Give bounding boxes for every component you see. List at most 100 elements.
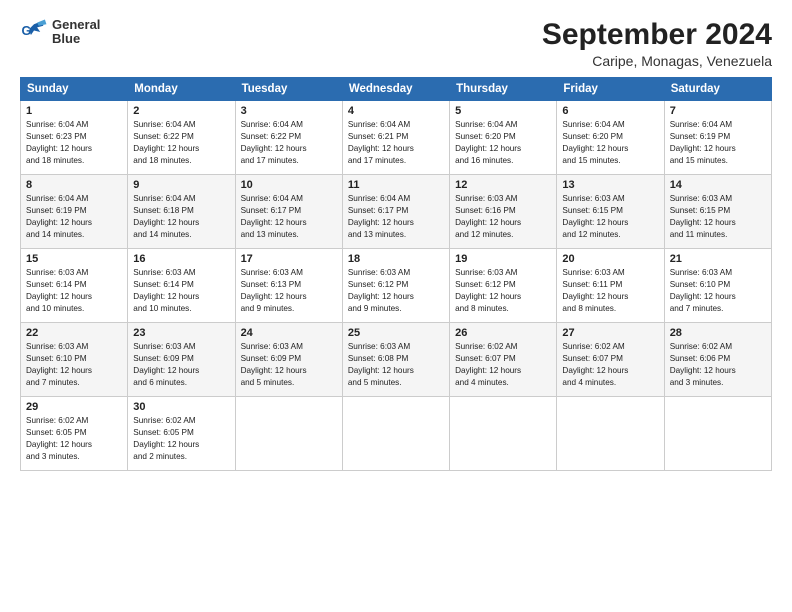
calendar-cell: 10 Sunrise: 6:04 AM Sunset: 6:17 PM Dayli… — [235, 175, 342, 249]
logo-line2: Blue — [52, 31, 80, 46]
main-title: September 2024 — [542, 18, 772, 51]
calendar-cell: 21Sunrise: 6:03 AM Sunset: 6:10 PM Dayli… — [664, 249, 771, 323]
calendar-cell: 17Sunrise: 6:03 AM Sunset: 6:13 PM Dayli… — [235, 249, 342, 323]
calendar-cell: 3 Sunrise: 6:04 AM Sunset: 6:22 PM Daylig… — [235, 101, 342, 175]
svg-text:G: G — [22, 24, 32, 38]
calendar-cell: 12 Sunrise: 6:03 AM Sunset: 6:16 PM Dayli… — [450, 175, 557, 249]
header: G General Blue September 2024 Caripe, Mo… — [20, 18, 772, 69]
day-info: Sunrise: 6:03 AM Sunset: 6:15 PM Dayligh… — [670, 193, 766, 241]
week-row-3: 15Sunrise: 6:03 AM Sunset: 6:14 PM Dayli… — [21, 249, 772, 323]
calendar-cell: 11 Sunrise: 6:04 AM Sunset: 6:17 PM Dayli… — [342, 175, 449, 249]
day-number: 26 — [455, 327, 551, 339]
day-number: 18 — [348, 253, 444, 265]
week-row-2: 8Sunrise: 6:04 AM Sunset: 6:19 PM Daylig… — [21, 175, 772, 249]
day-number: 19 — [455, 253, 551, 265]
calendar-cell: 9 Sunrise: 6:04 AM Sunset: 6:18 PM Daylig… — [128, 175, 235, 249]
day-info: Sunrise: 6:04 AM Sunset: 6:21 PM Dayligh… — [348, 119, 444, 167]
day-info: Sunrise: 6:04 AM Sunset: 6:19 PM Dayligh… — [26, 193, 122, 241]
day-number: 22 — [26, 327, 122, 339]
calendar-cell: 8Sunrise: 6:04 AM Sunset: 6:19 PM Daylig… — [21, 175, 128, 249]
day-number: 29 — [26, 401, 122, 413]
calendar-cell: 20 Sunrise: 6:03 AM Sunset: 6:11 PM Dayli… — [557, 249, 664, 323]
calendar-cell — [342, 397, 449, 471]
day-number: 28 — [670, 327, 766, 339]
day-number: 27 — [562, 327, 658, 339]
week-row-5: 29 Sunrise: 6:02 AM Sunset: 6:05 PM Dayli… — [21, 397, 772, 471]
page: G General Blue September 2024 Caripe, Mo… — [0, 0, 792, 612]
day-info: Sunrise: 6:03 AM Sunset: 6:15 PM Dayligh… — [562, 193, 658, 241]
day-number: 7 — [670, 105, 766, 117]
day-number: 3 — [241, 105, 337, 117]
day-info: Sunrise: 6:04 AM Sunset: 6:23 PM Dayligh… — [26, 119, 122, 167]
day-number: 24 — [241, 327, 337, 339]
calendar-cell: 13 Sunrise: 6:03 AM Sunset: 6:15 PM Dayli… — [557, 175, 664, 249]
day-number: 10 — [241, 179, 337, 191]
calendar-cell: 5 Sunrise: 6:04 AM Sunset: 6:20 PM Daylig… — [450, 101, 557, 175]
day-number: 5 — [455, 105, 551, 117]
calendar-cell: 29 Sunrise: 6:02 AM Sunset: 6:05 PM Dayli… — [21, 397, 128, 471]
day-info: Sunrise: 6:02 AM Sunset: 6:05 PM Dayligh… — [26, 415, 122, 463]
day-info: Sunrise: 6:04 AM Sunset: 6:22 PM Dayligh… — [241, 119, 337, 167]
calendar-cell: 25Sunrise: 6:03 AM Sunset: 6:08 PM Dayli… — [342, 323, 449, 397]
day-info: Sunrise: 6:04 AM Sunset: 6:17 PM Dayligh… — [348, 193, 444, 241]
day-number: 2 — [133, 105, 229, 117]
day-info: Sunrise: 6:03 AM Sunset: 6:11 PM Dayligh… — [562, 267, 658, 315]
day-info: Sunrise: 6:03 AM Sunset: 6:09 PM Dayligh… — [133, 341, 229, 389]
calendar-cell: 15Sunrise: 6:03 AM Sunset: 6:14 PM Dayli… — [21, 249, 128, 323]
day-info: Sunrise: 6:03 AM Sunset: 6:12 PM Dayligh… — [348, 267, 444, 315]
day-number: 16 — [133, 253, 229, 265]
day-info: Sunrise: 6:03 AM Sunset: 6:10 PM Dayligh… — [26, 341, 122, 389]
calendar-cell — [664, 397, 771, 471]
day-number: 6 — [562, 105, 658, 117]
day-number: 17 — [241, 253, 337, 265]
col-header-thursday: Thursday — [450, 78, 557, 101]
logo-text: General Blue — [52, 18, 100, 47]
day-info: Sunrise: 6:03 AM Sunset: 6:10 PM Dayligh… — [670, 267, 766, 315]
calendar-cell: 27 Sunrise: 6:02 AM Sunset: 6:07 PM Dayli… — [557, 323, 664, 397]
day-number: 14 — [670, 179, 766, 191]
calendar-cell: 28Sunrise: 6:02 AM Sunset: 6:06 PM Dayli… — [664, 323, 771, 397]
day-info: Sunrise: 6:04 AM Sunset: 6:18 PM Dayligh… — [133, 193, 229, 241]
col-header-wednesday: Wednesday — [342, 78, 449, 101]
col-header-sunday: Sunday — [21, 78, 128, 101]
calendar-cell — [450, 397, 557, 471]
day-info: Sunrise: 6:02 AM Sunset: 6:07 PM Dayligh… — [455, 341, 551, 389]
day-number: 25 — [348, 327, 444, 339]
calendar-cell: 2 Sunrise: 6:04 AM Sunset: 6:22 PM Daylig… — [128, 101, 235, 175]
calendar-cell: 4 Sunrise: 6:04 AM Sunset: 6:21 PM Daylig… — [342, 101, 449, 175]
calendar-cell: 14 Sunrise: 6:03 AM Sunset: 6:15 PM Dayli… — [664, 175, 771, 249]
title-block: September 2024 Caripe, Monagas, Venezuel… — [542, 18, 772, 69]
day-info: Sunrise: 6:04 AM Sunset: 6:22 PM Dayligh… — [133, 119, 229, 167]
day-info: Sunrise: 6:03 AM Sunset: 6:12 PM Dayligh… — [455, 267, 551, 315]
day-info: Sunrise: 6:03 AM Sunset: 6:09 PM Dayligh… — [241, 341, 337, 389]
day-info: Sunrise: 6:02 AM Sunset: 6:05 PM Dayligh… — [133, 415, 229, 463]
calendar-cell — [235, 397, 342, 471]
day-number: 30 — [133, 401, 229, 413]
calendar-cell: 6 Sunrise: 6:04 AM Sunset: 6:20 PM Daylig… — [557, 101, 664, 175]
calendar-cell: 19 Sunrise: 6:03 AM Sunset: 6:12 PM Dayli… — [450, 249, 557, 323]
day-number: 9 — [133, 179, 229, 191]
calendar-cell: 22 Sunrise: 6:03 AM Sunset: 6:10 PM Dayli… — [21, 323, 128, 397]
header-row: SundayMondayTuesdayWednesdayThursdayFrid… — [21, 78, 772, 101]
day-number: 20 — [562, 253, 658, 265]
day-number: 13 — [562, 179, 658, 191]
day-info: Sunrise: 6:04 AM Sunset: 6:17 PM Dayligh… — [241, 193, 337, 241]
day-number: 11 — [348, 179, 444, 191]
day-number: 12 — [455, 179, 551, 191]
logo-line1: General — [52, 17, 100, 32]
day-number: 4 — [348, 105, 444, 117]
logo: G General Blue — [20, 18, 100, 47]
calendar-cell: 24 Sunrise: 6:03 AM Sunset: 6:09 PM Dayli… — [235, 323, 342, 397]
col-header-monday: Monday — [128, 78, 235, 101]
day-info: Sunrise: 6:04 AM Sunset: 6:20 PM Dayligh… — [455, 119, 551, 167]
calendar-cell: 23Sunrise: 6:03 AM Sunset: 6:09 PM Dayli… — [128, 323, 235, 397]
col-header-friday: Friday — [557, 78, 664, 101]
calendar-cell: 16 Sunrise: 6:03 AM Sunset: 6:14 PM Dayli… — [128, 249, 235, 323]
subtitle: Caripe, Monagas, Venezuela — [542, 53, 772, 69]
calendar-cell: 30 Sunrise: 6:02 AM Sunset: 6:05 PM Dayli… — [128, 397, 235, 471]
day-info: Sunrise: 6:04 AM Sunset: 6:20 PM Dayligh… — [562, 119, 658, 167]
day-info: Sunrise: 6:03 AM Sunset: 6:16 PM Dayligh… — [455, 193, 551, 241]
day-info: Sunrise: 6:03 AM Sunset: 6:14 PM Dayligh… — [133, 267, 229, 315]
day-info: Sunrise: 6:02 AM Sunset: 6:07 PM Dayligh… — [562, 341, 658, 389]
calendar-cell: 7Sunrise: 6:04 AM Sunset: 6:19 PM Daylig… — [664, 101, 771, 175]
